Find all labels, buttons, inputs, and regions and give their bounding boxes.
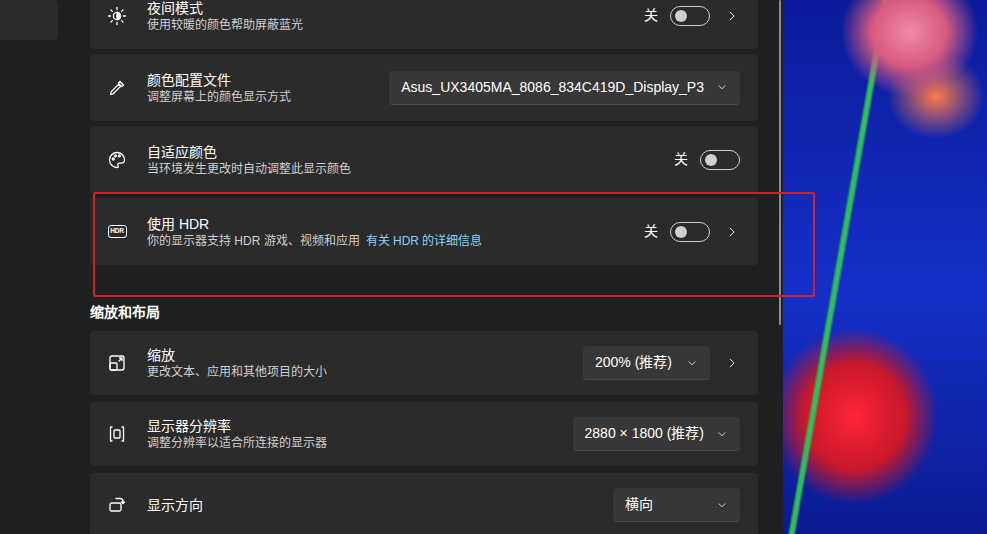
- dropdown-value: Asus_UX3405MA_8086_834C419D_Display_P3: [401, 77, 704, 98]
- display-settings-group: 夜间模式使用较暖的颜色帮助屏蔽蓝光关颜色配置文件调整屏幕上的颜色显示方式Asus…: [90, 0, 758, 265]
- details-chevron[interactable]: [724, 8, 740, 24]
- details-chevron[interactable]: [724, 224, 740, 240]
- setting-text: 缩放更改文本、应用和其他项目的大小: [147, 346, 583, 380]
- setting-title: 缩放: [147, 346, 583, 364]
- resolution-icon: [107, 424, 127, 444]
- chevron-down-icon: [716, 81, 728, 93]
- setting-control: 200% (推荐): [583, 346, 740, 380]
- setting-control: 关: [644, 5, 740, 26]
- setting-subtitle: 调整屏幕上的颜色显示方式: [147, 89, 389, 105]
- toggle-state-label: 关: [644, 5, 658, 26]
- layout-settings-group: 缩放更改文本、应用和其他项目的大小 200% (推荐) 显示器分辨率调整分辨率以适合…: [90, 331, 758, 534]
- sidebar: [0, 0, 90, 534]
- subtitle-text: 调整分辨率以适合所连接的显示器: [147, 436, 327, 450]
- sidebar-item[interactable]: [0, 0, 58, 40]
- setting-row[interactable]: HDR 使用 HDR你的显示器支持 HDR 游戏、视频和应用有关 HDR 的详细信…: [90, 198, 758, 265]
- setting-subtitle: 使用较暖的颜色帮助屏蔽蓝光: [147, 17, 644, 33]
- icon-slot: [107, 6, 127, 26]
- setting-row: 颜色配置文件调整屏幕上的颜色显示方式 Asus_UX3405MA_8086_834…: [90, 54, 758, 121]
- toggle-knob: [675, 226, 687, 238]
- setting-text: 自适应颜色当环境发生更改时自动调整此显示颜色: [147, 143, 674, 177]
- setting-title: 使用 HDR: [147, 215, 644, 233]
- scrollbar: [758, 0, 783, 534]
- setting-row: 显示器分辨率调整分辨率以适合所连接的显示器 2880 × 1800 (推荐): [90, 402, 758, 466]
- setting-row[interactable]: 缩放更改文本、应用和其他项目的大小 200% (推荐): [90, 331, 758, 395]
- toggle-state-label: 关: [644, 221, 658, 242]
- chevron-down-icon: [686, 357, 698, 369]
- highlight-box: [93, 192, 815, 297]
- toggle-knob: [675, 10, 687, 22]
- setting-control: 关: [674, 149, 740, 170]
- dropdown[interactable]: 横向: [613, 488, 740, 522]
- icon-slot: [107, 495, 127, 515]
- toggle-state-label: 关: [674, 149, 688, 170]
- hdr-info-link[interactable]: 有关 HDR 的详细信息: [366, 234, 483, 248]
- setting-text: 颜色配置文件调整屏幕上的颜色显示方式: [147, 71, 389, 105]
- setting-title: 颜色配置文件: [147, 71, 389, 89]
- setting-row[interactable]: 夜间模式使用较暖的颜色帮助屏蔽蓝光关: [90, 0, 758, 49]
- subtitle-text: 当环境发生更改时自动调整此显示颜色: [147, 162, 351, 176]
- scale-icon: [107, 353, 127, 373]
- toggle-switch[interactable]: [700, 150, 740, 170]
- toggle-switch[interactable]: [670, 222, 710, 242]
- setting-subtitle: 调整分辨率以适合所连接的显示器: [147, 435, 573, 451]
- wallpaper-image: [783, 0, 987, 534]
- chevron-down-icon: [716, 499, 728, 511]
- setting-title: 夜间模式: [147, 0, 644, 17]
- setting-row: 显示方向横向: [90, 473, 758, 534]
- setting-subtitle: 当环境发生更改时自动调整此显示颜色: [147, 161, 674, 177]
- setting-text: 夜间模式使用较暖的颜色帮助屏蔽蓝光: [147, 0, 644, 33]
- chevron-right-icon: [725, 356, 739, 370]
- subtitle-text: 调整屏幕上的颜色显示方式: [147, 90, 291, 104]
- setting-subtitle: 更改文本、应用和其他项目的大小: [147, 364, 583, 380]
- setting-control: 关: [644, 221, 740, 242]
- dropdown-value: 2880 × 1800 (推荐): [585, 423, 704, 444]
- dropdown[interactable]: Asus_UX3405MA_8086_834C419D_Display_P3: [389, 71, 740, 105]
- subtitle-text: 使用较暖的颜色帮助屏蔽蓝光: [147, 18, 303, 32]
- icon-slot: [107, 424, 127, 444]
- setting-control: Asus_UX3405MA_8086_834C419D_Display_P3: [389, 71, 740, 105]
- subtitle-text: 更改文本、应用和其他项目的大小: [147, 365, 327, 379]
- toggle-switch[interactable]: [670, 6, 710, 26]
- settings-panel: 夜间模式使用较暖的颜色帮助屏蔽蓝光关颜色配置文件调整屏幕上的颜色显示方式Asus…: [90, 0, 758, 534]
- section-heading: 缩放和布局: [90, 270, 758, 331]
- orientation-icon: [107, 495, 127, 515]
- setting-text: 显示方向: [147, 496, 613, 514]
- chevron-right-icon: [725, 9, 739, 23]
- setting-subtitle: 你的显示器支持 HDR 游戏、视频和应用有关 HDR 的详细信息: [147, 233, 644, 249]
- chevron-right-icon: [725, 225, 739, 239]
- setting-text: 使用 HDR你的显示器支持 HDR 游戏、视频和应用有关 HDR 的详细信息: [147, 215, 644, 249]
- dropdown-value: 横向: [625, 494, 653, 515]
- icon-slot: [107, 353, 127, 373]
- details-chevron[interactable]: [724, 355, 740, 371]
- icon-slot: [107, 78, 127, 98]
- setting-title: 自适应颜色: [147, 143, 674, 161]
- dropper-icon: [107, 78, 127, 98]
- toggle-knob: [705, 154, 717, 166]
- hdr-icon: HDR: [108, 225, 127, 238]
- setting-row: 自适应颜色当环境发生更改时自动调整此显示颜色关: [90, 126, 758, 193]
- icon-slot: [107, 150, 127, 170]
- icon-slot: HDR: [107, 222, 127, 242]
- setting-text: 显示器分辨率调整分辨率以适合所连接的显示器: [147, 417, 573, 451]
- dropdown[interactable]: 2880 × 1800 (推荐): [573, 417, 740, 451]
- setting-title: 显示器分辨率: [147, 417, 573, 435]
- setting-title: 显示方向: [147, 496, 613, 514]
- dropdown[interactable]: 200% (推荐): [583, 346, 710, 380]
- scroll-thumb[interactable]: [779, 0, 781, 325]
- sun-icon: [107, 6, 127, 26]
- chevron-down-icon: [716, 428, 728, 440]
- palette-icon: [107, 150, 127, 170]
- dropdown-value: 200% (推荐): [595, 352, 672, 373]
- setting-control: 2880 × 1800 (推荐): [573, 417, 740, 451]
- subtitle-text: 你的显示器支持 HDR 游戏、视频和应用: [147, 234, 360, 248]
- setting-control: 横向: [613, 488, 740, 522]
